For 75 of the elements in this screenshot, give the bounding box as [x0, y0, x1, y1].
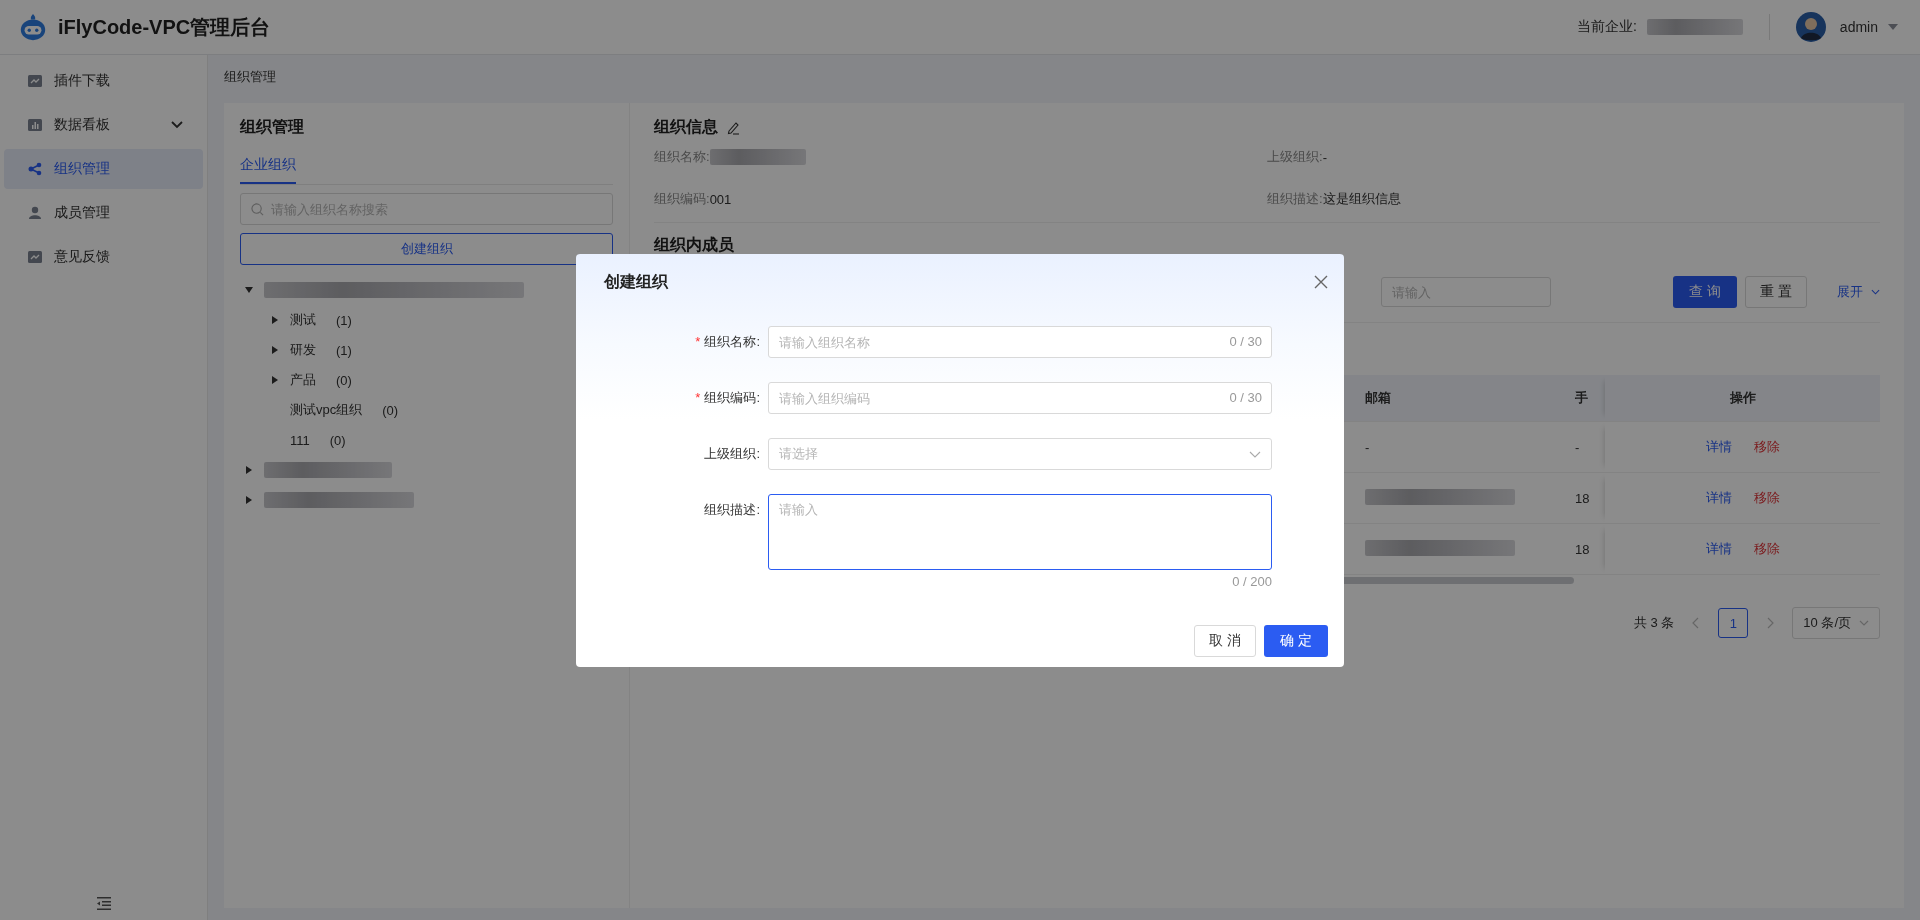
description-field[interactable]: 请输入: [768, 494, 1272, 570]
remove-link[interactable]: 移除: [1753, 438, 1780, 456]
chevron-down-icon: [1859, 620, 1869, 626]
table-cell-text: 18: [1575, 490, 1591, 506]
sidebar-item[interactable]: 意见反馈: [4, 237, 203, 277]
character-counter: 0 / 200: [1232, 574, 1272, 589]
section-title: 组织内成员: [654, 235, 734, 255]
query-button[interactable]: 查 询: [1673, 276, 1738, 308]
caret-icon: [272, 376, 278, 384]
form-label: * 组织名称:: [694, 333, 761, 351]
details-link[interactable]: 详情: [1705, 540, 1732, 558]
tab[interactable]: 企业组织: [240, 156, 296, 184]
tree-node[interactable]: 产品 (0): [240, 365, 613, 395]
person-icon: [28, 206, 42, 220]
remove-link[interactable]: 移除: [1753, 489, 1780, 507]
share-icon: [28, 162, 42, 176]
caret-icon: [272, 346, 278, 354]
form-label: 组织描述:: [703, 501, 761, 519]
field-label: 组织名称:: [654, 148, 710, 166]
close-icon[interactable]: [1314, 275, 1328, 289]
details-link[interactable]: 详情: [1705, 438, 1732, 456]
chevron-down-icon: [1871, 289, 1880, 295]
sidebar-item[interactable]: 组织管理: [4, 149, 203, 189]
character-counter: 0 / 30: [1229, 334, 1262, 349]
column-header: 手: [1575, 389, 1589, 407]
caret-icon: [246, 496, 252, 504]
expand-link[interactable]: 展开: [1837, 283, 1880, 301]
edit-icon[interactable]: [726, 120, 740, 135]
cancel-button[interactable]: 取 消: [1194, 625, 1257, 657]
table-cell-text: -: [1575, 439, 1581, 455]
field-value: 001: [709, 191, 732, 207]
field-label: 组织编码:: [654, 190, 710, 208]
character-counter: 0 / 30: [1229, 390, 1262, 405]
table-cell-text: 18: [1575, 541, 1591, 557]
column-header: 操作: [1605, 375, 1880, 421]
total-count: 共 3 条: [1633, 614, 1675, 632]
search-icon: [251, 203, 264, 216]
collapse-menu-icon[interactable]: [96, 897, 111, 910]
caret-icon: [272, 316, 278, 324]
field-value: -: [1322, 149, 1327, 165]
robot-logo-icon: [18, 12, 48, 42]
sidebar-item[interactable]: 成员管理: [4, 193, 203, 233]
chart-icon: [28, 75, 42, 87]
caret-icon: [245, 287, 253, 293]
chevron-down-icon: [171, 121, 183, 129]
user-name[interactable]: admin: [1839, 19, 1878, 35]
field-label: 组织描述:: [1267, 190, 1323, 208]
company-label: 当前企业:: [1576, 18, 1637, 36]
table-cell: -: [1365, 439, 1370, 455]
tree-node[interactable]: 测试 (1): [240, 305, 613, 335]
remove-link[interactable]: 移除: [1753, 540, 1780, 558]
sidebar-item[interactable]: 插件下载: [4, 61, 203, 101]
field-label: 上级组织:: [1267, 148, 1323, 166]
chart-icon: [28, 251, 42, 263]
sidebar-item[interactable]: 数据看板: [4, 105, 203, 145]
reset-button[interactable]: 重 置: [1745, 276, 1807, 308]
page-button[interactable]: 1: [1718, 608, 1749, 638]
panel-title: 组织管理: [240, 117, 304, 137]
dialog-title: 创建组织: [604, 271, 668, 292]
breadcrumb: 组织管理: [224, 68, 276, 86]
details-link[interactable]: 详情: [1705, 489, 1732, 507]
app-title: iFlyCode-VPC管理后台: [58, 14, 271, 40]
form-label: * 组织编码:: [694, 389, 761, 407]
tree-node[interactable]: 研发 (1): [240, 335, 613, 365]
create-organization-button[interactable]: 创建组织: [240, 233, 613, 265]
avatar-icon[interactable]: [1795, 12, 1826, 42]
column-header: 邮箱: [1364, 389, 1392, 407]
chevron-down-icon: [1249, 450, 1261, 458]
bar-chart-icon: [28, 119, 42, 131]
form-label: 上级组织:: [703, 445, 761, 463]
caret-icon: [246, 466, 252, 474]
confirm-button[interactable]: 确 定: [1264, 625, 1328, 657]
page-size-select[interactable]: 10 条/页: [1792, 607, 1880, 639]
caret-down-icon[interactable]: [1888, 24, 1898, 30]
section-title: 组织信息: [654, 117, 718, 137]
